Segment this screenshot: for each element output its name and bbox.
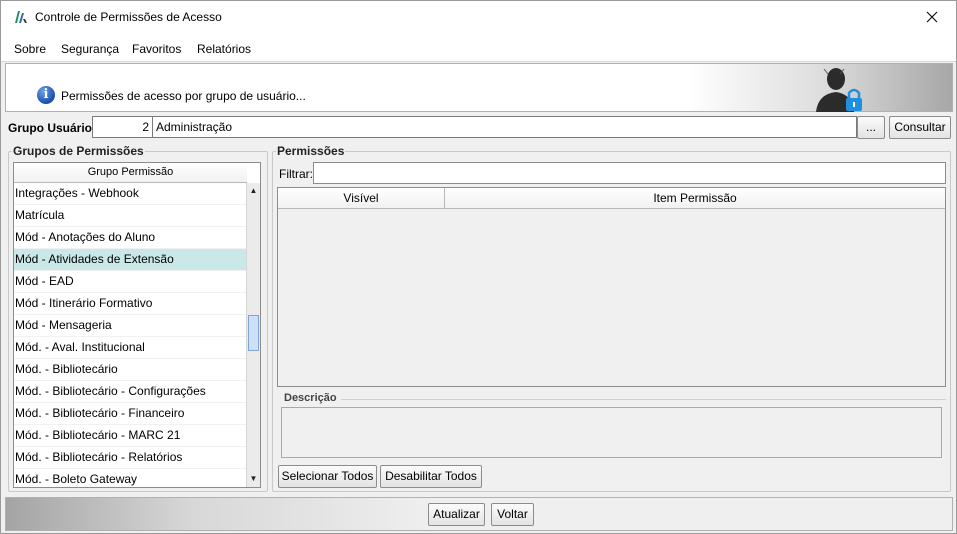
- column-item-permissao[interactable]: Item Permissão: [445, 188, 945, 209]
- list-item[interactable]: Mód. - Boleto Gateway: [14, 469, 247, 487]
- desabilitar-todos-button[interactable]: Desabilitar Todos: [380, 465, 482, 488]
- list-scrollbar[interactable]: ▲ ▼: [246, 183, 260, 487]
- info-icon: i: [37, 86, 55, 104]
- filter-label: Filtrar:: [279, 167, 313, 181]
- list-item[interactable]: Mód. - Bibliotecário - Relatórios: [14, 447, 247, 469]
- list-item[interactable]: Mód - Atividades de Extensão: [14, 249, 247, 271]
- descricao-box: [281, 407, 942, 458]
- descricao-divider: [341, 399, 946, 400]
- grupo-usuario-label: Grupo Usuário:: [8, 121, 97, 135]
- grupo-id-field[interactable]: 2: [92, 116, 153, 138]
- grupos-permissoes-title: Grupos de Permissões: [12, 144, 145, 158]
- menu-sobre[interactable]: Sobre: [14, 42, 46, 56]
- scroll-up-icon[interactable]: ▲: [247, 183, 260, 199]
- grupo-permissao-list: Grupo Permissão Integrações - Webhook Mat…: [13, 162, 261, 488]
- footer-bar: Atualizar Voltar: [5, 497, 953, 531]
- permissions-table: Visível Item Permissão: [277, 187, 946, 387]
- main-window: Controle de Permissões de Acesso Sobre S…: [0, 0, 957, 534]
- grupo-permissao-list-body: Integrações - Webhook Matrícula Mód - Anot…: [14, 183, 247, 487]
- column-visivel[interactable]: Visível: [278, 188, 445, 209]
- scroll-thumb[interactable]: [248, 315, 259, 351]
- grupo-usuario-row: Grupo Usuário: 2 Administração ... Consu…: [1, 114, 956, 142]
- list-item[interactable]: Integrações - Webhook: [14, 183, 247, 205]
- descricao-label: Descrição: [284, 392, 337, 404]
- list-item[interactable]: Mód. - Bibliotecário - MARC 21: [14, 425, 247, 447]
- list-item[interactable]: Mód - EAD: [14, 271, 247, 293]
- atualizar-button[interactable]: Atualizar: [428, 503, 485, 526]
- list-item[interactable]: Mód - Itinerário Formativo: [14, 293, 247, 315]
- consultar-button[interactable]: Consultar: [889, 116, 951, 139]
- user-lock-icon: [816, 68, 862, 112]
- menu-bar: Sobre Segurança Favoritos Relatórios: [1, 34, 956, 62]
- scroll-down-icon[interactable]: ▼: [247, 471, 260, 487]
- close-icon: [926, 11, 938, 23]
- info-banner: i Permissões de acesso por grupo de usuá…: [5, 63, 953, 112]
- list-item[interactable]: Mód - Mensageria: [14, 315, 247, 337]
- menu-favoritos[interactable]: Favoritos: [132, 42, 181, 56]
- menu-seguranca[interactable]: Segurança: [61, 42, 119, 56]
- list-item[interactable]: Mód. - Bibliotecário - Configurações: [14, 381, 247, 403]
- grupo-permissao-column-header[interactable]: Grupo Permissão: [14, 163, 247, 183]
- app-logo-icon: [15, 11, 27, 23]
- banner-text: Permissões de acesso por grupo de usuári…: [61, 89, 306, 103]
- browse-button[interactable]: ...: [857, 116, 885, 139]
- selecionar-todos-button[interactable]: Selecionar Todos: [278, 465, 377, 488]
- list-item[interactable]: Mód. - Bibliotecário: [14, 359, 247, 381]
- window-title: Controle de Permissões de Acesso: [35, 10, 222, 24]
- close-button[interactable]: [910, 1, 956, 34]
- menu-relatorios[interactable]: Relatórios: [197, 42, 251, 56]
- permissoes-title: Permissões: [276, 144, 346, 158]
- grupo-name-field[interactable]: Administração: [152, 116, 857, 138]
- list-item[interactable]: Matrícula: [14, 205, 247, 227]
- title-bar: Controle de Permissões de Acesso: [1, 1, 956, 34]
- voltar-button[interactable]: Voltar: [491, 503, 534, 526]
- list-item[interactable]: Mód. - Aval. Institucional: [14, 337, 247, 359]
- list-item[interactable]: Mód. - Bibliotecário - Financeiro: [14, 403, 247, 425]
- filter-input[interactable]: [313, 162, 946, 184]
- list-item[interactable]: Mód - Anotações do Aluno: [14, 227, 247, 249]
